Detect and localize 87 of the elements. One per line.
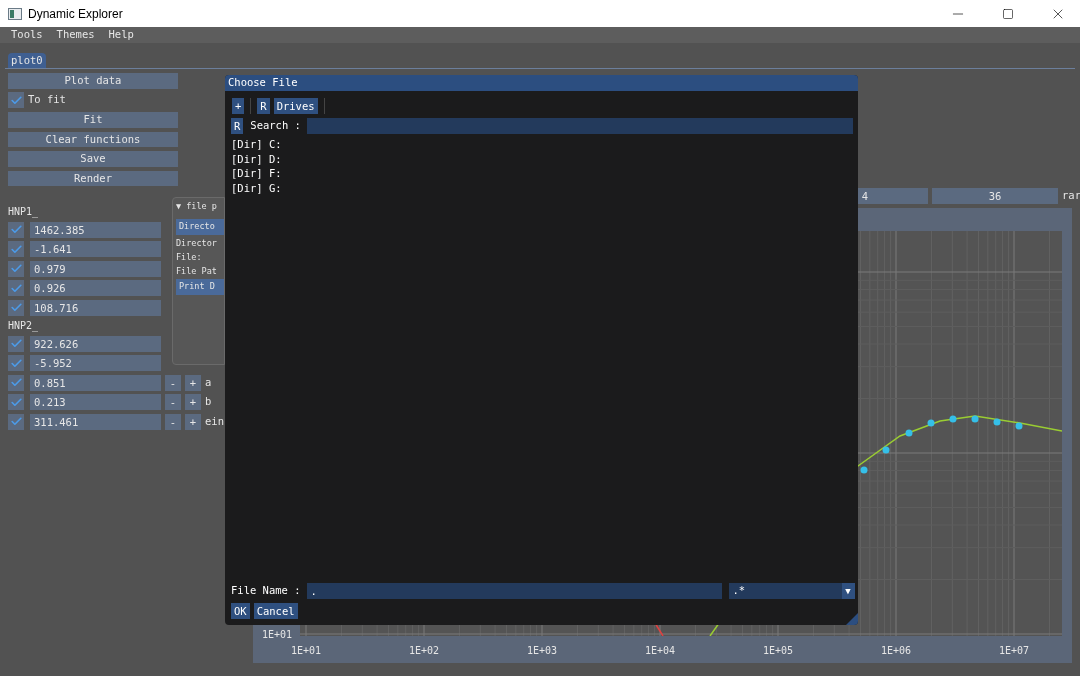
directory-entry[interactable]: [Dir] C:: [231, 137, 286, 152]
x-tick-label: 1E+07: [997, 644, 1031, 658]
value-field[interactable]: 0.213: [30, 394, 161, 411]
param-label: b: [205, 394, 212, 410]
checkbox[interactable]: [8, 260, 24, 277]
info-label: File:: [176, 250, 203, 263]
value-field[interactable]: -5.952: [30, 355, 161, 372]
param-label: a: [205, 374, 212, 390]
value-field[interactable]: 108.716: [30, 299, 161, 316]
checkbox[interactable]: [8, 355, 24, 372]
value-field[interactable]: 1462.385: [30, 221, 161, 238]
range-field[interactable]: 36: [932, 188, 1058, 204]
x-tick-label: 1E+01: [289, 644, 323, 658]
data-point: [1015, 422, 1023, 430]
decrement-button[interactable]: -: [165, 394, 181, 411]
filter-dropdown[interactable]: .* ▼: [728, 583, 855, 599]
checkbox[interactable]: [8, 221, 24, 238]
menu-item[interactable]: Help: [108, 27, 134, 43]
window-title: ▼ file p: [176, 200, 218, 213]
window-title: Dynamic Explorer: [28, 5, 123, 23]
value-field[interactable]: 922.626: [30, 335, 161, 352]
checkbox-label: To fit: [28, 92, 66, 108]
checkbox[interactable]: [8, 413, 24, 430]
info-label: Director: [176, 236, 218, 249]
group-title: HNP1_: [8, 206, 39, 218]
file-name-field[interactable]: .: [306, 583, 722, 599]
action-button[interactable]: Save: [8, 151, 178, 167]
resize-grip-icon[interactable]: [846, 613, 858, 625]
data-point: [971, 415, 979, 423]
checkbox[interactable]: [8, 280, 24, 297]
checkbox[interactable]: [8, 374, 24, 391]
action-button[interactable]: Plot data: [8, 73, 178, 89]
x-tick-label: 1E+04: [643, 644, 677, 658]
maximize-icon[interactable]: [1002, 7, 1014, 20]
value-field[interactable]: 311.461: [30, 413, 161, 430]
checkbox[interactable]: [8, 394, 24, 411]
toolbar-button[interactable]: Drives: [273, 98, 318, 114]
dialog-button[interactable]: Cancel: [253, 603, 298, 619]
menu-item[interactable]: Tools: [11, 27, 43, 43]
value-field[interactable]: 0.979: [30, 260, 161, 277]
directory-button[interactable]: Directo: [176, 218, 224, 235]
search-field[interactable]: [306, 118, 853, 134]
data-point: [860, 466, 868, 474]
data-point: [882, 446, 890, 454]
checkbox[interactable]: [8, 241, 24, 258]
data-point: [927, 419, 935, 427]
range-label: rar: [1062, 188, 1080, 204]
directory-entry[interactable]: [Dir] F:: [231, 166, 286, 182]
dialog-button[interactable]: OK: [231, 603, 250, 619]
directory-entry[interactable]: [Dir] D:: [231, 151, 286, 167]
data-point: [905, 429, 913, 437]
value-field[interactable]: 0.926: [30, 280, 161, 297]
group-title: HNP2_: [8, 319, 39, 332]
param-label: ein: [205, 414, 224, 430]
value-field[interactable]: -1.641: [30, 241, 161, 258]
directory-entry[interactable]: [Dir] G:: [231, 181, 286, 196]
reset-search-button[interactable]: R: [231, 118, 244, 134]
y-tick-label: 1E+01: [261, 628, 292, 642]
data-point: [949, 415, 957, 423]
menu-item[interactable]: Themes: [56, 27, 95, 43]
data-point: [993, 418, 1001, 426]
checkbox[interactable]: [8, 335, 24, 352]
app-icon: [8, 7, 22, 20]
decrement-button[interactable]: -: [165, 413, 181, 430]
x-tick-label: 1E+06: [879, 644, 913, 658]
x-tick-label: 1E+03: [525, 644, 559, 658]
decrement-button[interactable]: -: [165, 374, 181, 391]
tab[interactable]: plot0: [8, 53, 46, 68]
increment-button[interactable]: +: [185, 394, 201, 411]
x-tick-label: 1E+05: [761, 644, 795, 658]
increment-button[interactable]: +: [185, 374, 201, 391]
filter-value: .*: [731, 583, 747, 599]
print-button[interactable]: Print D: [176, 278, 224, 295]
action-button[interactable]: Render: [8, 170, 178, 186]
toolbar-button[interactable]: R: [257, 98, 270, 114]
action-button[interactable]: Clear functions: [8, 131, 178, 147]
info-label: File Pat: [176, 264, 218, 277]
toolbar-button[interactable]: +: [232, 98, 245, 114]
checkbox[interactable]: [8, 92, 24, 109]
dialog-title: Choose File: [228, 75, 298, 91]
increment-button[interactable]: +: [185, 413, 201, 430]
value-field[interactable]: 0.851: [30, 374, 161, 391]
checkbox[interactable]: [8, 299, 24, 316]
search-label: Search :: [250, 118, 301, 134]
x-tick-label: 1E+02: [407, 644, 441, 658]
action-button[interactable]: Fit: [8, 112, 178, 128]
file-name-label: File Name :: [231, 583, 301, 599]
